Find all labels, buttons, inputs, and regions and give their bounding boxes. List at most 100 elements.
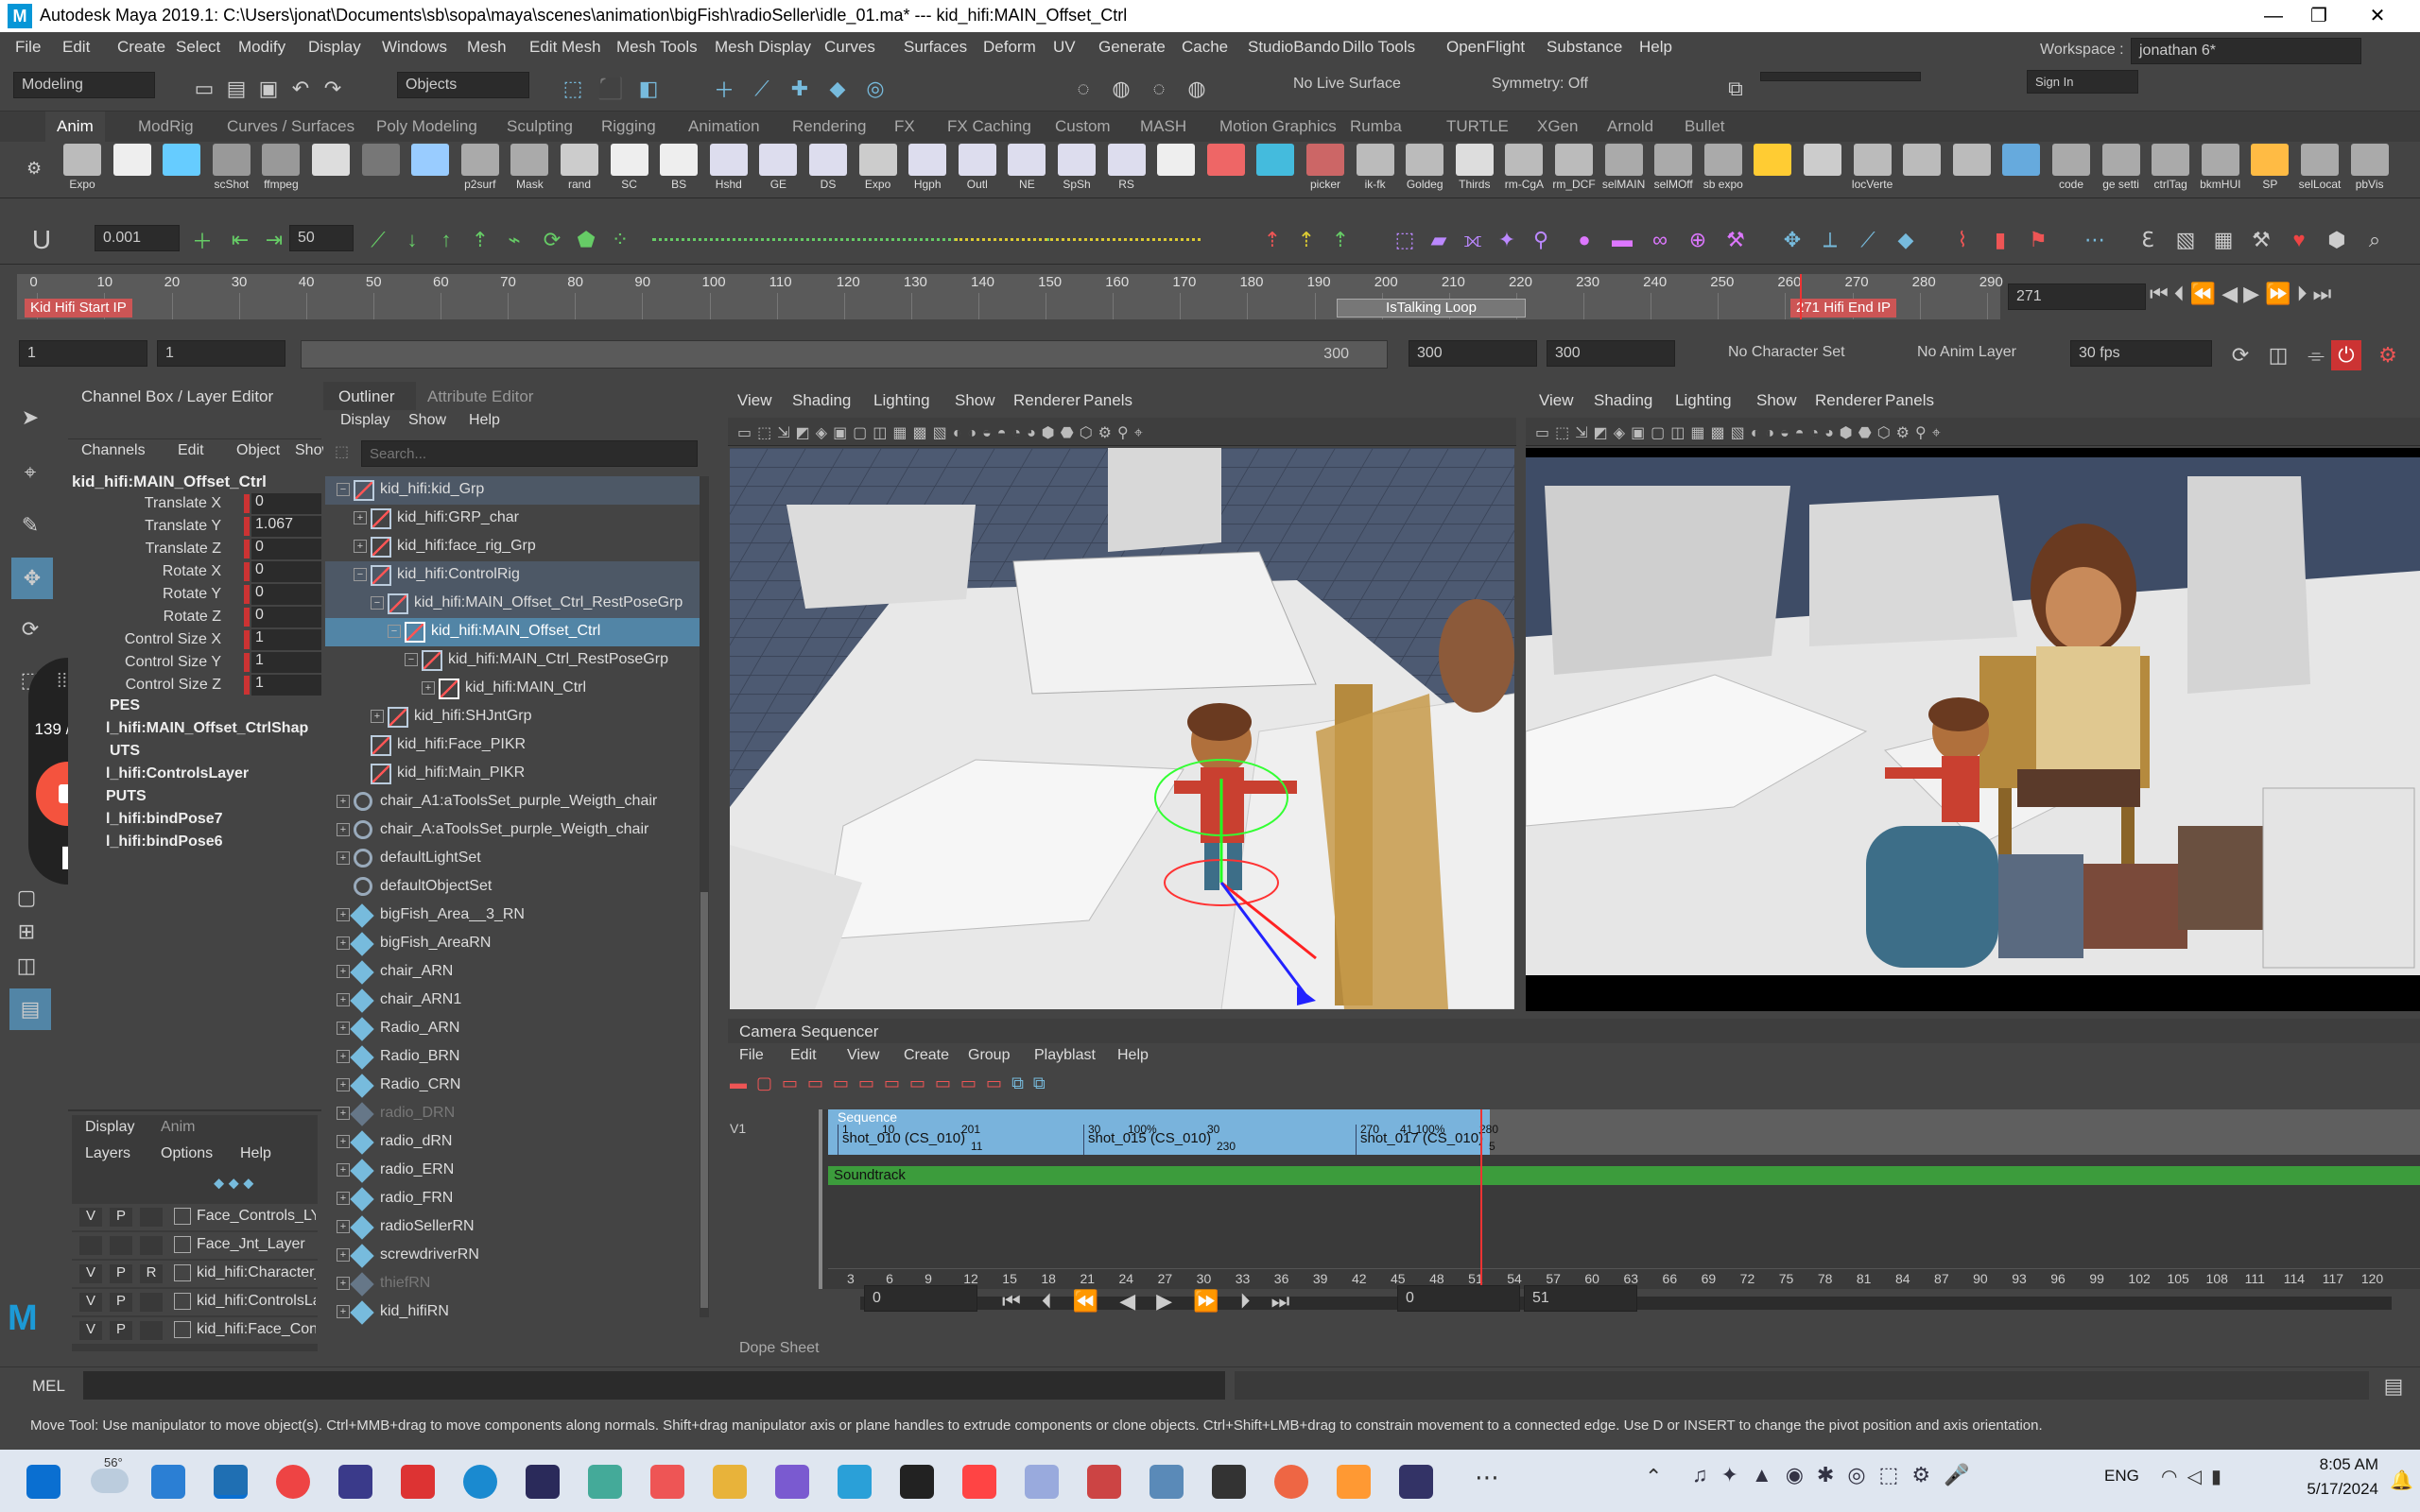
sequencer-menu-help[interactable]: Help <box>1117 1047 1149 1064</box>
notification-bell-icon[interactable]: 🔔 <box>2390 1469 2413 1492</box>
playback-end-field[interactable]: 300 <box>1409 340 1537 367</box>
menu-modify[interactable]: Modify <box>238 38 285 57</box>
shelf-button-rand[interactable]: rand <box>558 144 601 191</box>
anim-layer-dropdown[interactable]: No Anim Layer <box>1910 340 2051 365</box>
shelf-tab-mash[interactable]: MASH <box>1140 117 1186 136</box>
sequencer-start-field[interactable]: 0 <box>864 1285 977 1312</box>
redo-icon[interactable]: ↷ <box>318 74 348 104</box>
collapse-icon[interactable]: − <box>388 625 401 638</box>
outliner-item[interactable]: + chair_ARN <box>325 958 700 987</box>
outliner-filter-icon[interactable]: ⬚ <box>335 442 355 463</box>
menu-edit[interactable]: Edit <box>62 38 90 57</box>
magnet-icon[interactable]: U <box>26 225 57 255</box>
layer-r-toggle[interactable] <box>140 1236 163 1255</box>
shelf-button-tool-7[interactable] <box>408 144 452 178</box>
seq-next-key-icon[interactable]: ⏩ <box>1193 1289 1219 1315</box>
curve-icon[interactable]: ⌇ <box>1947 225 1978 255</box>
soundtrack-track[interactable]: Soundtrack <box>828 1166 2420 1185</box>
shelf-tab-curves-surfaces[interactable]: Curves / Surfaces <box>227 117 354 136</box>
layer-p-toggle[interactable]: P <box>110 1208 132 1227</box>
cb-attr-row[interactable]: Rotate Z 0 <box>68 607 321 627</box>
menu-cache[interactable]: Cache <box>1182 38 1228 57</box>
taskbar-app-16-icon[interactable] <box>1274 1465 1308 1499</box>
shelf-button-selmoff[interactable]: selMOff <box>1651 144 1695 191</box>
shelf-button-tool-2[interactable] <box>160 144 203 178</box>
cb-attr-row[interactable]: Control Size X 1 <box>68 629 321 650</box>
start-time-field[interactable]: 1 <box>19 340 147 367</box>
fps-dropdown[interactable]: 30 fps <box>2070 340 2212 367</box>
cb-input-name[interactable]: l_hifi:ControlsLayer <box>106 765 249 782</box>
shelf-tab-sculpting[interactable]: Sculpting <box>507 117 573 136</box>
arrow-green-icon[interactable]: ⇡ <box>1325 225 1356 255</box>
outliner-item[interactable]: − kid_hifi:MAIN_Offset_Ctrl <box>325 618 700 646</box>
attribute-editor-tab[interactable]: Attribute Editor <box>427 387 533 406</box>
layer-name[interactable]: Face_Controls_LYR <box>197 1208 316 1225</box>
shelf-tab-rigging[interactable]: Rigging <box>601 117 656 136</box>
expand-icon[interactable]: + <box>337 851 350 865</box>
outliner-item[interactable]: + radio_ERN <box>325 1157 700 1185</box>
maximize-button[interactable]: ❐ <box>2295 2 2342 30</box>
outliner-item[interactable]: + kid_hifi:face_rig_Grp <box>325 533 700 561</box>
outliner-menu-help[interactable]: Help <box>469 412 500 429</box>
time-slider[interactable]: 0 10 20 30 40 50 60 70 80 90 100 110 120 130 140 150 160… <box>17 274 2003 319</box>
menu-create[interactable]: Create <box>117 38 165 57</box>
refresh-icon[interactable]: ⟳ <box>537 225 567 255</box>
sequencer-menu-group[interactable]: Group <box>968 1047 1010 1064</box>
shelf-button-ds[interactable]: DS <box>806 144 850 191</box>
taskbar-figma-icon[interactable] <box>1087 1465 1121 1499</box>
menu-studiobando[interactable]: StudioBando <box>1248 38 1340 57</box>
windows-start-icon[interactable] <box>26 1465 60 1499</box>
shelf-button-tool-34[interactable] <box>1751 144 1794 178</box>
tolerance-field[interactable]: 0.001 <box>95 225 180 251</box>
outliner-menu-display[interactable]: Display <box>340 412 389 429</box>
shelf-tab-arnold[interactable]: Arnold <box>1607 117 1653 136</box>
table-icon[interactable]: ▦ <box>2208 225 2238 255</box>
shelf-button-sc[interactable]: SC <box>608 144 651 191</box>
selection-mask-dropdown[interactable]: Objects <box>397 72 529 98</box>
cb-attr-row[interactable]: Control Size Z 1 <box>68 675 321 696</box>
layer-menu-layers[interactable]: Layers <box>85 1145 130 1162</box>
prev-key-icon[interactable]: ⏪ <box>2190 282 2216 314</box>
shelf-button-sellocat[interactable]: selLocat <box>2298 144 2342 191</box>
outliner-item[interactable]: − kid_hifi:MAIN_Offset_Ctrl_RestPoseGrp <box>325 590 700 618</box>
wand-icon[interactable]: ⚒ <box>1720 225 1751 255</box>
expand-icon[interactable]: + <box>337 823 350 836</box>
viewport-right-menu-panels[interactable]: Panels <box>1885 391 1934 410</box>
menu-dillo-tools[interactable]: Dillo Tools <box>1342 38 1415 57</box>
shelf-button-pbvis[interactable]: pbVis <box>2348 144 2392 191</box>
shelf-tab-poly-modeling[interactable]: Poly Modeling <box>376 117 477 136</box>
shot-clip[interactable]: shot_017 (CS_010) 270 41 100% 280 5 <box>1356 1123 1499 1155</box>
taskbar-maya-icon[interactable] <box>214 1465 248 1499</box>
viewport-right-scene[interactable] <box>1526 448 2420 1011</box>
sign-in-button[interactable]: Sign In <box>2027 70 2138 94</box>
move-tool-icon[interactable]: ✥ <box>11 558 53 599</box>
menu-mesh[interactable]: Mesh <box>467 38 507 57</box>
layer-add-icons[interactable]: ⬥ ⬥ ⬥ <box>214 1176 254 1193</box>
snap-point-icon[interactable]: ✚ <box>785 74 815 104</box>
cb-attr-value[interactable]: 0 <box>251 561 321 582</box>
shelf-button-code[interactable]: code <box>2049 144 2093 191</box>
add-key-icon[interactable]: ＋ <box>187 225 217 255</box>
layer-v-toggle[interactable]: V <box>79 1208 102 1227</box>
shelf-button-bs[interactable]: BS <box>657 144 700 191</box>
shelf-button-mask[interactable]: Mask <box>508 144 551 191</box>
step-size-field[interactable]: 50 <box>289 225 354 251</box>
shelf-tab-rendering[interactable]: Rendering <box>792 117 866 136</box>
menu-surfaces[interactable]: Surfaces <box>904 38 967 57</box>
expand-icon[interactable]: + <box>337 1220 350 1233</box>
shelf-button-spsh[interactable]: SpSh <box>1055 144 1098 191</box>
sequencer-toolbar[interactable]: ▬▢▭▭▭▭▭▭▭▭▭⧉⧉ <box>730 1074 1174 1106</box>
go-start-icon[interactable]: ⏮ <box>2150 282 2169 314</box>
seq-go-start-icon[interactable]: ⏮ <box>1002 1289 1021 1315</box>
layer-color-icon[interactable] <box>174 1293 191 1310</box>
cb-menu-object[interactable]: Object <box>236 442 280 459</box>
collapse-icon[interactable]: − <box>405 653 418 666</box>
menu-generate[interactable]: Generate <box>1098 38 1166 57</box>
layer-v-toggle[interactable]: V <box>79 1321 102 1340</box>
expand-icon[interactable]: + <box>422 681 435 695</box>
sequencer-menu-file[interactable]: File <box>739 1047 764 1064</box>
shelf-button-expo[interactable]: Expo <box>856 144 900 191</box>
rotate-tool-icon[interactable]: ⟳ <box>15 614 45 644</box>
shelf-button-p2surf[interactable]: p2surf <box>458 144 502 191</box>
taskbar-app-18-icon[interactable] <box>1399 1465 1433 1499</box>
